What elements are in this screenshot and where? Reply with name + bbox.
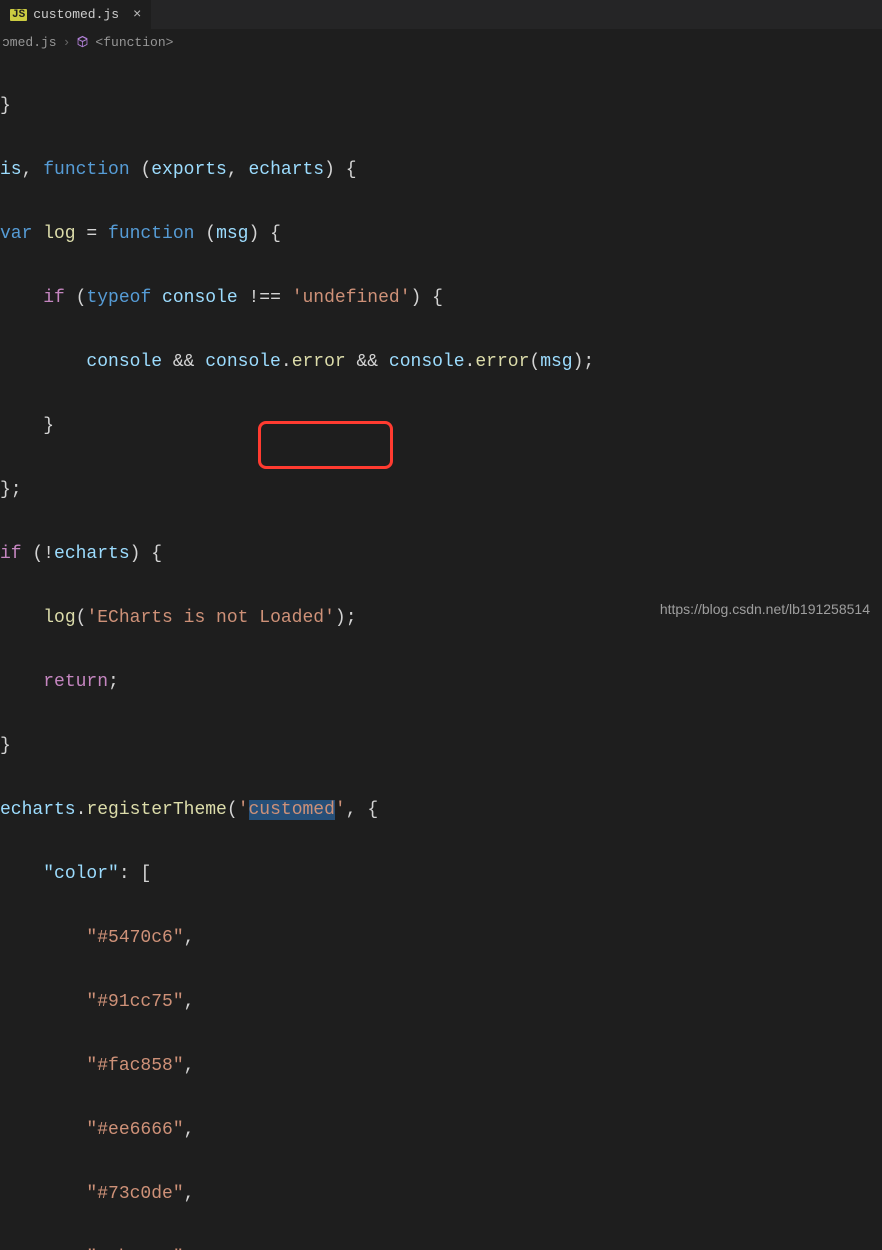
code-line: }: [0, 410, 882, 442]
code-line: "#91cc75",: [0, 986, 882, 1018]
code-editor[interactable]: } is, function (exports, echarts) { var …: [0, 54, 882, 1250]
code-line: };: [0, 474, 882, 506]
breadcrumb[interactable]: ɔmed.js › <function>: [0, 30, 882, 54]
editor-tab[interactable]: JS customed.js ×: [0, 0, 151, 30]
code-line: "#3ba272",: [0, 1242, 882, 1250]
code-line: "#5470c6",: [0, 922, 882, 954]
code-line: if (typeof console !== 'undefined') {: [0, 282, 882, 314]
code-line: console && console.error && console.erro…: [0, 346, 882, 378]
code-line: "#ee6666",: [0, 1114, 882, 1146]
breadcrumb-symbol[interactable]: <function>: [95, 35, 173, 50]
close-icon[interactable]: ×: [133, 7, 141, 23]
tab-bar: JS customed.js ×: [0, 0, 882, 30]
breadcrumb-file[interactable]: ɔmed.js: [2, 35, 57, 50]
chevron-right-icon: ›: [63, 35, 71, 50]
tab-filename: customed.js: [33, 7, 119, 22]
code-line: echarts.registerTheme('customed', {: [0, 794, 882, 826]
code-line: var log = function (msg) {: [0, 218, 882, 250]
code-line: "#73c0de",: [0, 1178, 882, 1210]
selected-text: customed: [249, 800, 335, 820]
code-line: "#fac858",: [0, 1050, 882, 1082]
watermark-text: https://blog.csdn.net/lb191258514: [660, 601, 870, 617]
code-line: }: [0, 730, 882, 762]
code-line: return;: [0, 666, 882, 698]
code-line: }: [0, 90, 882, 122]
code-line: "color": [: [0, 858, 882, 890]
code-line: is, function (exports, echarts) {: [0, 154, 882, 186]
js-file-icon: JS: [10, 9, 27, 21]
code-line: if (!echarts) {: [0, 538, 882, 570]
symbol-icon: [76, 35, 89, 50]
